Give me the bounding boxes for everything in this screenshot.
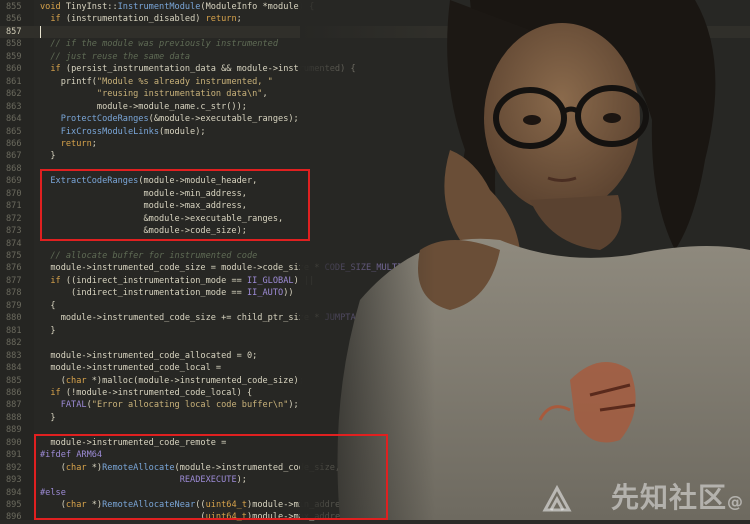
line-number: 869 xyxy=(6,176,22,187)
code-text: "reusing instrumentation data\n", xyxy=(96,89,268,100)
line-number: 883 xyxy=(6,350,22,361)
highlight-box-remote-alloc xyxy=(34,434,388,520)
line-number: 865 xyxy=(6,126,22,137)
code-text: if ((indirect_instrumentation_mode == II… xyxy=(50,275,314,286)
line-number: 870 xyxy=(6,188,22,199)
code-text: if (instrumentation_disabled) return; xyxy=(50,14,242,25)
line-number: 892 xyxy=(6,462,22,473)
code-text: FixCrossModuleLinks(module); xyxy=(60,126,206,137)
code-text: printf("Module %s already instrumented, … xyxy=(40,76,273,87)
code-text: void TinyInst::InstrumentModule(ModuleIn… xyxy=(40,2,315,12)
line-number: 868 xyxy=(6,163,22,174)
code-text: } xyxy=(40,325,56,336)
line-number: 858 xyxy=(6,39,22,50)
line-number: 896 xyxy=(6,512,22,523)
line-number: 866 xyxy=(6,138,22,149)
code-text: module->instrumented_code_allocated = 0; xyxy=(40,350,258,361)
line-number: 856 xyxy=(6,14,22,25)
code-text: // just reuse the same data xyxy=(40,51,191,62)
line-number: 861 xyxy=(6,76,22,87)
code-text: if (!module->instrumented_code_local) { xyxy=(50,387,253,398)
line-number: 872 xyxy=(6,213,22,224)
code-text: module->instrumented_code_local = xyxy=(40,363,222,374)
line-number: 867 xyxy=(6,151,22,162)
line-number: 864 xyxy=(6,114,22,125)
code-text: FATAL("Error allocating local code buffe… xyxy=(60,400,299,411)
line-number: 886 xyxy=(6,387,22,398)
line-number: 885 xyxy=(6,375,22,386)
line-number: 884 xyxy=(6,363,22,374)
line-number: 876 xyxy=(6,263,22,274)
code-text: (indirect_instrumentation_mode == II_AUT… xyxy=(40,288,294,299)
line-number: 894 xyxy=(6,487,22,498)
line-number: 891 xyxy=(6,450,22,461)
code-text: } xyxy=(40,412,56,423)
line-number: 862 xyxy=(6,89,22,100)
line-number: 874 xyxy=(6,238,22,249)
line-number: 859 xyxy=(6,51,22,62)
line-number: 877 xyxy=(6,275,22,286)
code-text: { xyxy=(40,300,56,311)
line-number: 855 xyxy=(6,2,22,12)
line-number: 890 xyxy=(6,437,22,448)
line-number: 878 xyxy=(6,288,22,299)
line-number: 888 xyxy=(6,412,22,423)
line-number: 873 xyxy=(6,226,22,237)
line-number: 880 xyxy=(6,313,22,324)
code-text: return; xyxy=(60,138,97,149)
code-text: // allocate buffer for instrumented code xyxy=(40,251,258,261)
line-number: 893 xyxy=(6,475,22,486)
code-text: } xyxy=(40,151,56,162)
forum-logo-icon xyxy=(542,484,572,512)
line-number: 895 xyxy=(6,500,22,510)
line-number: 871 xyxy=(6,201,22,212)
code-text: module->module_name.c_str()); xyxy=(40,101,247,112)
line-number: 887 xyxy=(6,400,22,411)
code-text: // if the module was previously instrume… xyxy=(40,39,278,50)
line-number: 879 xyxy=(6,300,22,311)
line-number: 889 xyxy=(6,425,22,436)
watermark-text: 先知社区@ xyxy=(610,481,744,514)
text-caret xyxy=(40,26,41,38)
line-number: 882 xyxy=(6,338,22,349)
line-number: 863 xyxy=(6,101,22,112)
line-number: 875 xyxy=(6,251,22,261)
code-text: (char *)malloc(module->instrumented_code… xyxy=(40,375,304,386)
line-number: 881 xyxy=(6,325,22,336)
line-number: 857 xyxy=(6,26,22,37)
highlight-box-extract-ranges xyxy=(40,169,310,241)
line-number: 860 xyxy=(6,64,22,75)
code-text: ProtectCodeRanges(&module->executable_ra… xyxy=(60,114,299,125)
